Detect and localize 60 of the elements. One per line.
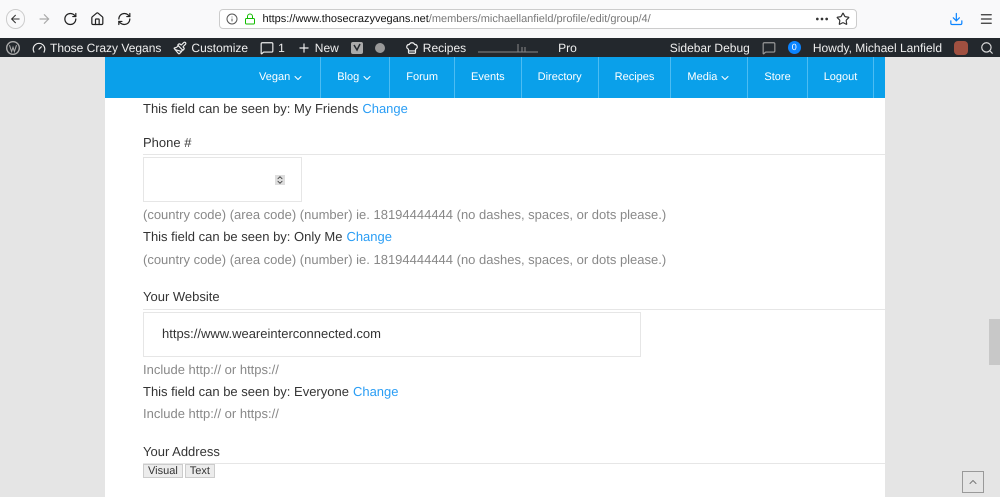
spinner-icon[interactable] xyxy=(275,174,285,184)
comments-link[interactable]: 1 xyxy=(260,38,285,56)
chef-hat-icon xyxy=(404,40,419,54)
url-text: https://www.thosecrazyvegans.net/members/michaellanfield/profile/edit/group/4/ xyxy=(262,12,651,27)
visibility-text: This field can be seen by: Only Me xyxy=(143,228,342,246)
scrollbar-thumb[interactable] xyxy=(989,319,1000,365)
avatar[interactable] xyxy=(954,40,968,54)
nav-item[interactable]: Logout xyxy=(808,57,874,98)
nav-item[interactable]: Blog xyxy=(321,57,390,98)
nav-item[interactable]: Forum xyxy=(390,57,456,98)
reload-icon[interactable] xyxy=(63,11,78,27)
home-icon[interactable] xyxy=(90,11,105,27)
seo-icon[interactable] xyxy=(350,42,363,54)
visibility-text: This field can be seen by: My Friends xyxy=(143,100,358,118)
info-icon[interactable] xyxy=(226,13,238,25)
search-icon[interactable] xyxy=(980,40,994,54)
field-label: Phone # xyxy=(143,132,885,155)
sidebar-debug-link[interactable]: Sidebar Debug xyxy=(670,38,750,56)
comment-icon xyxy=(260,40,274,54)
new-link[interactable]: New xyxy=(296,38,339,56)
nav-item[interactable]: Store xyxy=(748,57,808,98)
field-label: Your Address xyxy=(143,442,885,464)
plus-icon xyxy=(296,40,311,54)
phone-input[interactable] xyxy=(143,157,302,202)
field-label: Your Website xyxy=(143,287,885,310)
account-link[interactable]: Howdy, Michael Lanfield xyxy=(812,38,942,56)
change-link[interactable]: Change xyxy=(346,227,392,246)
download-icon[interactable] xyxy=(948,11,964,27)
nav-item[interactable]: Events xyxy=(455,57,522,98)
bookmark-icon[interactable] xyxy=(836,12,850,26)
recipes-link[interactable]: Recipes xyxy=(404,38,466,56)
lock-icon xyxy=(244,13,256,25)
site-link[interactable]: Those Crazy Vegans xyxy=(32,38,162,56)
nav-item[interactable]: Media xyxy=(671,57,748,98)
sync-icon[interactable] xyxy=(116,11,132,27)
customize-link[interactable]: Customize xyxy=(173,38,248,56)
editor-tab[interactable]: Visual xyxy=(143,464,183,478)
field-hint: (country code) (area code) (number) ie. 18194444444 (no dashes, spaces, or dots please.) xyxy=(143,206,668,224)
comment-icon[interactable] xyxy=(762,40,776,54)
back-icon[interactable] xyxy=(6,9,25,29)
address-bar[interactable]: https://www.thosecrazyvegans.net/members/michaellanfield/profile/edit/group/4/ xyxy=(219,9,857,29)
change-link[interactable]: Change xyxy=(362,99,408,118)
website-input[interactable]: https://www.weareinterconnected.com xyxy=(143,312,641,356)
notification-badge[interactable]: 0 xyxy=(788,40,801,54)
brush-icon xyxy=(173,40,188,54)
nav-item[interactable]: Vegan xyxy=(243,57,322,98)
nav-item[interactable]: Recipes xyxy=(598,57,672,98)
field-hint: (country code) (area code) (number) ie. 18194444444 (no dashes, spaces, or dots please.) xyxy=(143,250,668,269)
wordpress-logo-icon[interactable] xyxy=(6,40,20,54)
change-link[interactable]: Change xyxy=(352,382,398,401)
menu-icon[interactable] xyxy=(979,11,994,27)
editor-tab[interactable]: Text xyxy=(184,464,215,478)
field-hint: Include http:// or https:// xyxy=(143,405,280,423)
dashboard-icon xyxy=(32,40,46,54)
nav-item[interactable]: Directory xyxy=(522,57,599,98)
pro-link[interactable]: Pro xyxy=(558,38,577,56)
back-to-top-button[interactable] xyxy=(962,471,984,493)
visibility-text: This field can be seen by: Everyone xyxy=(143,382,349,401)
sparkline-drawing xyxy=(478,42,538,52)
field-hint: Include http:// or https:// xyxy=(143,360,280,378)
